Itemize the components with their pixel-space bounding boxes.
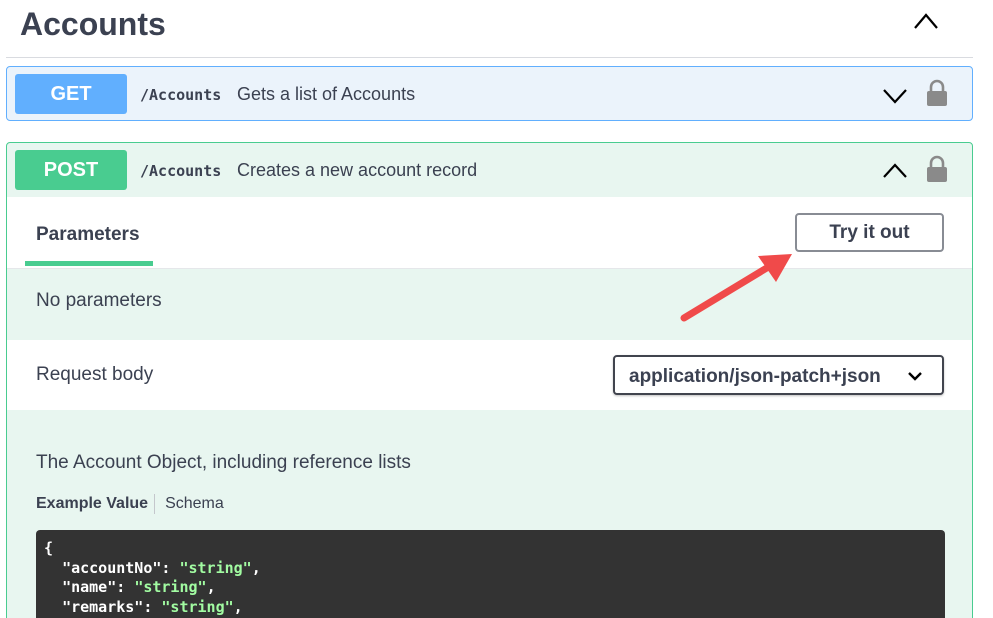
code-key: "accountNo" [62,558,162,577]
tab-active-indicator [25,261,153,266]
operation-description: Creates a new account record [237,160,478,180]
operation-path: /Accounts [140,162,222,180]
tab-example-value[interactable]: Example Value [36,495,154,513]
parameters-tab-bar: Parameters Try it out [7,197,972,269]
operation-description: Gets a list of Accounts [237,84,416,104]
get-accounts-operation: GET /Accounts Gets a list of Accounts [6,66,973,121]
tab-parameters[interactable]: Parameters [36,224,140,246]
section-header[interactable]: Accounts [6,0,973,58]
annotation-arrow [680,254,792,322]
content-type-value: application/json-patch+json [629,366,881,387]
chevron-down-icon [908,372,922,381]
post-accounts-operation: POST /Accounts Creates a new account rec… [6,142,973,618]
method-badge-post: POST [15,150,127,190]
chevron-down-icon[interactable] [882,85,908,105]
code-line: "remarks": "string", [62,597,243,616]
code-line: "name": "string", [62,578,216,596]
get-accounts-summary[interactable]: GET /Accounts Gets a list of Accounts [7,67,972,120]
code-line: { [44,539,937,559]
code-key: "name" [62,578,117,596]
method-badge-get: GET [15,74,127,114]
code-value: "string" [134,578,207,596]
chevron-up-icon[interactable] [913,10,939,32]
chevron-up-icon[interactable] [882,161,908,181]
code-line: "accountNo": "string", [62,558,261,577]
model-description: The Account Object, including reference … [36,452,411,473]
request-body-header: Request body application/json-patch+json [7,340,972,410]
no-parameters-text: No parameters [36,290,162,311]
lock-icon[interactable] [924,155,950,183]
example-value-code[interactable]: { "accountNo": "string", "name": "string… [36,530,945,618]
code-value: "string" [179,558,252,577]
tab-schema[interactable]: Schema [155,495,224,513]
try-it-out-button[interactable]: Try it out [795,213,944,252]
request-body-label: Request body [36,364,154,385]
content-type-select[interactable]: application/json-patch+json [613,355,944,395]
lock-icon[interactable] [924,79,950,107]
operation-path: /Accounts [140,86,222,104]
code-value: "string" [161,597,234,616]
model-tabs: Example Value Schema [36,493,224,515]
code-brace: { [44,539,54,557]
post-accounts-summary[interactable]: POST /Accounts Creates a new account rec… [7,143,972,196]
code-key: "remarks" [62,597,144,616]
section-title: Accounts [20,6,166,42]
